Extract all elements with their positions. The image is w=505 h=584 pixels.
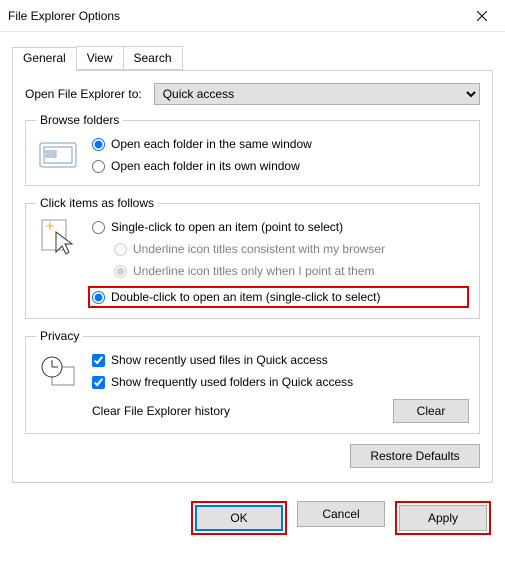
ok-highlight: OK: [191, 501, 287, 535]
tab-strip: General View Search: [12, 46, 493, 70]
show-frequent-folders-check[interactable]: Show frequently used folders in Quick ac…: [92, 373, 469, 391]
radio-label: Underline icon titles only when I point …: [133, 264, 374, 278]
open-to-label: Open File Explorer to:: [25, 87, 142, 101]
open-to-row: Open File Explorer to: Quick access: [25, 83, 480, 105]
browse-same-window-radio[interactable]: Open each folder in the same window: [92, 135, 469, 153]
close-button[interactable]: [459, 0, 505, 32]
radio-label: Double-click to open an item (single-cli…: [111, 290, 380, 304]
restore-defaults-button[interactable]: Restore Defaults: [350, 444, 480, 468]
dialog-footer: OK Cancel Apply: [0, 491, 505, 545]
check-label: Show recently used files in Quick access: [111, 353, 328, 367]
clear-history-label: Clear File Explorer history: [92, 404, 230, 418]
click-items-legend: Click items as follows: [36, 196, 158, 210]
tab-panel-general: Open File Explorer to: Quick access Brow…: [12, 70, 493, 483]
browse-folders-group: Browse folders Open each folder in the s…: [25, 113, 480, 186]
dialog-content: General View Search Open File Explorer t…: [0, 32, 505, 491]
window-title: File Explorer Options: [8, 9, 459, 23]
cursor-icon: [36, 218, 80, 258]
privacy-group: Privacy Show recently used files in Quic…: [25, 329, 480, 434]
clear-button[interactable]: Clear: [393, 399, 469, 423]
radio-label: Open each folder in the same window: [111, 137, 312, 151]
open-to-select[interactable]: Quick access: [154, 83, 480, 105]
radio-label: Underline icon titles consistent with my…: [133, 242, 385, 256]
apply-highlight: Apply: [395, 501, 491, 535]
radio-label: Open each folder in its own window: [111, 159, 300, 173]
folder-icon: [36, 135, 80, 175]
radio-label: Single-click to open an item (point to s…: [111, 220, 343, 234]
history-icon: [36, 351, 80, 391]
tab-view[interactable]: View: [76, 46, 124, 70]
browse-own-window-radio[interactable]: Open each folder in its own window: [92, 157, 469, 175]
cancel-button[interactable]: Cancel: [297, 501, 385, 527]
underline-consistent-radio: Underline icon titles consistent with my…: [114, 240, 469, 258]
ok-button[interactable]: OK: [195, 505, 283, 531]
apply-button[interactable]: Apply: [399, 505, 487, 531]
underline-point-radio: Underline icon titles only when I point …: [114, 262, 469, 280]
privacy-legend: Privacy: [36, 329, 83, 343]
single-click-radio[interactable]: Single-click to open an item (point to s…: [92, 218, 469, 236]
tab-search[interactable]: Search: [123, 46, 183, 70]
titlebar: File Explorer Options: [0, 0, 505, 32]
tab-general[interactable]: General: [12, 47, 77, 71]
close-icon: [477, 11, 487, 21]
browse-folders-legend: Browse folders: [36, 113, 123, 127]
double-click-radio[interactable]: Double-click to open an item (single-cli…: [88, 286, 469, 308]
check-label: Show frequently used folders in Quick ac…: [111, 375, 353, 389]
show-recent-files-check[interactable]: Show recently used files in Quick access: [92, 351, 469, 369]
click-items-group: Click items as follows Single-click to o…: [25, 196, 480, 319]
